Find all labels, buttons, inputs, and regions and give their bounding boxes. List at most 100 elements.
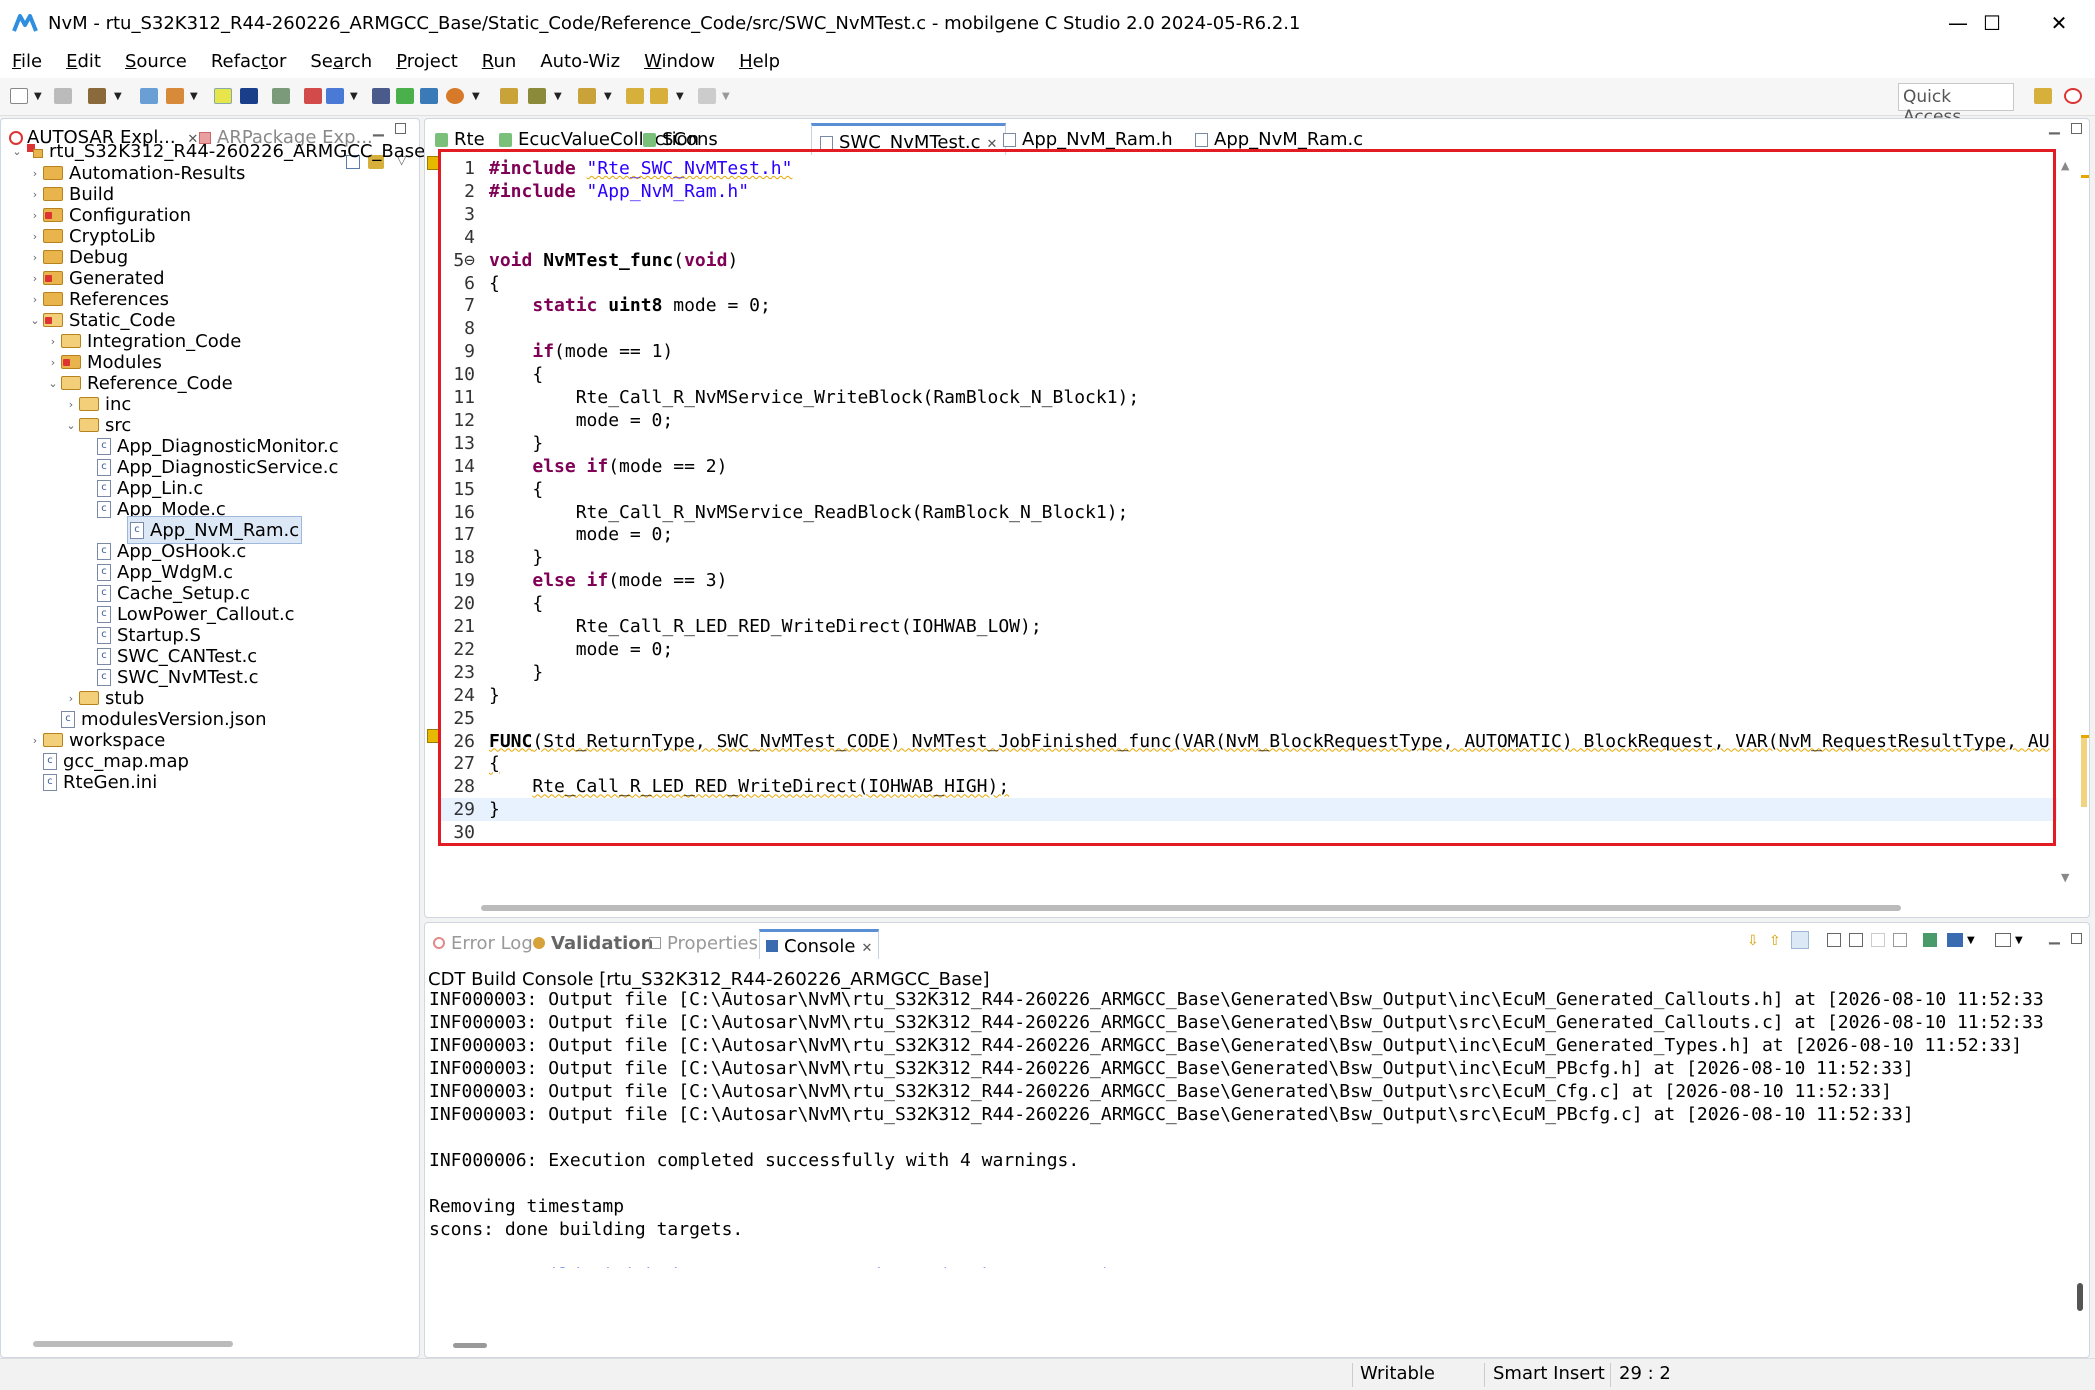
forward-dropdown-icon[interactable]: ▼ [722,91,730,102]
chevron-right-icon[interactable]: › [27,188,43,201]
open-console-dropdown-icon[interactable]: ▼ [1967,935,1975,946]
back-dropdown-icon[interactable]: ▼ [676,91,684,102]
chevron-right-icon[interactable]: › [45,356,61,369]
next-dropdown-icon[interactable]: ▼ [604,91,612,102]
chevron-right-icon[interactable]: › [27,272,43,285]
last-edit-icon[interactable] [626,88,644,104]
chevron-right-icon[interactable]: › [63,692,79,705]
chart-icon[interactable] [326,88,344,104]
c-file-icon: c [97,542,111,560]
validate-icon[interactable] [304,88,322,104]
panel-icon[interactable] [396,88,414,104]
console-output[interactable]: INF000003: Output file [C:\Autosar\NvM\r… [429,988,2069,1268]
menu-item[interactable]: Edit [54,46,113,78]
menu-bar: File Edit Source Refactor Search Project Run Au… [0,46,2095,78]
minimize-editor-icon[interactable]: ▁ [2049,119,2060,135]
grid-icon[interactable] [372,88,390,104]
next-annotation-icon[interactable] [578,88,596,104]
chevron-right-icon[interactable]: › [27,251,43,264]
chevron-down-icon[interactable]: ⌄ [63,419,79,432]
close-tab-icon[interactable]: ✕ [861,941,872,956]
chevron-right-icon[interactable]: › [27,209,43,222]
key-icon[interactable] [500,88,518,104]
generate-icon[interactable] [166,88,184,104]
debug-dropdown-icon[interactable]: ▼ [472,91,480,102]
close-window-button[interactable]: ✕ [2026,0,2092,46]
save-icon[interactable] [54,88,72,104]
chevron-right-icon[interactable]: › [63,398,79,411]
maximize-editor-icon[interactable] [2071,123,2082,134]
menu-item[interactable]: Project [384,46,470,78]
forward-icon[interactable] [698,88,716,104]
menu-mnemonic: P [396,51,407,72]
overview-warning-mark[interactable] [2081,175,2089,178]
debug-icon[interactable] [446,88,464,104]
menu-item[interactable]: Source [113,46,199,78]
generate-dropdown-icon[interactable]: ▼ [190,91,198,102]
link-icon[interactable] [272,88,290,104]
scroll-lock-icon[interactable]: ⇩ [1747,933,1759,949]
scroll-up-console-icon[interactable]: ⇧ [1769,933,1781,949]
pin-console-icon[interactable] [1791,931,1809,949]
autosar-perspective-icon[interactable] [2064,88,2082,104]
console-vertical-scrollbar[interactable] [2077,1283,2083,1311]
vertical-scrollbar[interactable] [2081,737,2087,807]
menu-item[interactable]: Window [632,46,727,78]
menu-item[interactable]: Auto-Wiz [528,46,632,78]
chevron-right-icon[interactable]: › [27,167,43,180]
quick-access-input[interactable]: Quick Access [1898,83,2014,127]
chart-dropdown-icon[interactable]: ▼ [350,91,358,102]
maximize-button[interactable]: ☐ [1957,0,2027,46]
chevron-right-icon[interactable]: › [27,293,43,306]
menu-item[interactable]: Help [727,46,792,78]
chevron-down-icon[interactable]: ⌄ [45,377,61,390]
horizontal-scrollbar[interactable] [481,905,1901,911]
remove-launch-icon[interactable] [1871,933,1885,947]
chevron-down-icon[interactable]: ⌄ [9,145,25,158]
folder-icon [79,691,99,705]
display-console-icon[interactable] [1923,933,1937,947]
pin-icon[interactable] [420,88,438,104]
horizontal-scrollbar[interactable] [33,1341,233,1347]
scroll-down-icon[interactable]: ▼ [2061,871,2069,884]
terminal-icon[interactable] [240,88,258,104]
status-separator [1352,1363,1353,1387]
tab-console[interactable]: Validation [527,929,659,959]
menu-item[interactable]: Run [470,46,529,78]
minimize-view-icon[interactable]: ▁ [373,121,384,137]
chevron-right-icon[interactable]: › [27,230,43,243]
new-dropdown-icon[interactable]: ▼ [34,91,42,102]
tab-console[interactable]: Properties [643,929,764,959]
new-icon[interactable] [10,88,28,104]
scroll-up-icon[interactable]: ▲ [2061,159,2069,172]
open-console-icon[interactable] [1947,933,1963,947]
new-console-icon[interactable] [1995,933,2011,947]
minimize-console-icon[interactable]: ▁ [2049,929,2060,945]
perspective-icon[interactable] [2034,88,2052,104]
tab-console[interactable]: Console ✕ [759,929,880,959]
maximize-console-icon[interactable] [2071,933,2082,944]
maximize-view-icon[interactable] [395,123,406,134]
tool-icon[interactable] [140,88,158,104]
chevron-down-icon[interactable]: ⌄ [27,314,43,327]
console-horizontal-scrollbar[interactable] [453,1343,487,1348]
new-console-dropdown-icon[interactable]: ▼ [2015,935,2023,946]
chevron-right-icon[interactable]: › [45,335,61,348]
back-icon[interactable] [650,88,668,104]
annotation-dropdown-icon[interactable]: ▼ [554,91,562,102]
menu-item[interactable]: Search [298,46,384,78]
build-icon[interactable] [88,88,106,104]
menu-label: rch [343,51,373,72]
chevron-right-icon[interactable]: › [27,734,43,747]
build-dropdown-icon[interactable]: ▼ [114,91,122,102]
tab-console[interactable]: Error Log [427,929,539,959]
menu-item[interactable]: Refactor [199,46,299,78]
highlight-icon[interactable] [214,88,232,104]
clear-console-icon[interactable] [1849,933,1863,947]
annotation-icon[interactable] [528,88,546,104]
console-line: INF000006: Execution completed successfu… [429,1150,1080,1171]
tree-item[interactable]: c RteGen.ini [27,768,157,796]
menu-item[interactable]: File [0,46,54,78]
remove-all-icon[interactable] [1893,933,1907,947]
word-wrap-icon[interactable] [1827,933,1841,947]
